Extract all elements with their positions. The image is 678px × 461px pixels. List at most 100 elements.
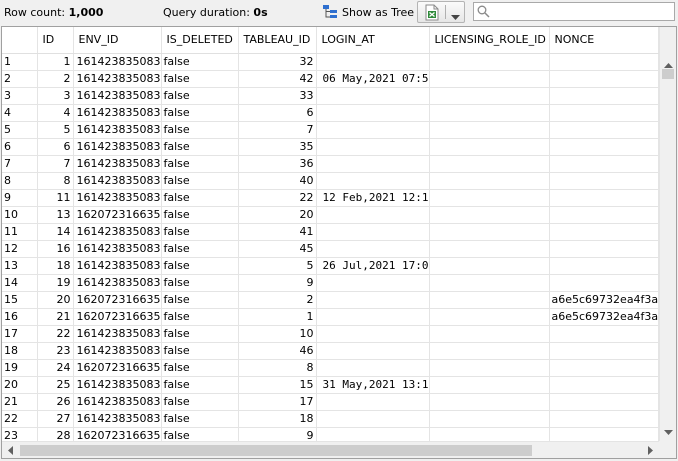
column-header-row-number[interactable] — [2, 27, 38, 54]
cell-nonce[interactable] — [549, 189, 659, 207]
cell-row-number[interactable]: 16 — [2, 308, 38, 326]
cell-is-deleted[interactable]: false — [161, 104, 239, 122]
cell-licensing-role-id[interactable] — [429, 376, 550, 394]
cell-row-number[interactable]: 17 — [2, 325, 38, 343]
cell-is-deleted[interactable]: false — [161, 291, 239, 309]
cell-id[interactable]: 19 — [37, 274, 74, 292]
scroll-left-arrow-icon[interactable] — [2, 442, 19, 458]
cell-env-id[interactable]: 1614238350832 — [73, 138, 162, 156]
cell-env-id[interactable]: 1614238350832 — [73, 223, 162, 241]
table-row[interactable]: 6 6 1614238350832 false 35 — [2, 138, 659, 156]
cell-is-deleted[interactable]: false — [161, 240, 239, 258]
cell-is-deleted[interactable]: false — [161, 223, 239, 241]
cell-env-id[interactable]: 1620723166358 — [73, 206, 162, 224]
cell-login-at[interactable] — [316, 155, 430, 173]
cell-nonce[interactable]: a6e5c69732ea4f3a9d — [549, 308, 659, 326]
cell-row-number[interactable]: 15 — [2, 291, 38, 309]
cell-login-at[interactable] — [316, 393, 430, 411]
column-header-licensing-role-id[interactable]: LICENSING_ROLE_ID — [429, 27, 550, 54]
cell-id[interactable]: 16 — [37, 240, 74, 258]
cell-licensing-role-id[interactable] — [429, 155, 550, 173]
cell-tableau-id[interactable]: 17 — [238, 393, 317, 411]
cell-nonce[interactable] — [549, 393, 659, 411]
cell-tableau-id[interactable]: 22 — [238, 189, 317, 207]
cell-is-deleted[interactable]: false — [161, 206, 239, 224]
cell-tableau-id[interactable]: 32 — [238, 53, 317, 71]
cell-licensing-role-id[interactable] — [429, 87, 550, 105]
cell-tableau-id[interactable]: 18 — [238, 410, 317, 428]
cell-tableau-id[interactable]: 41 — [238, 223, 317, 241]
cell-login-at[interactable] — [316, 308, 430, 326]
cell-login-at[interactable]: 12 Feb,2021 12:15 — [316, 189, 430, 207]
cell-login-at[interactable] — [316, 206, 430, 224]
horizontal-scroll-thumb[interactable] — [20, 445, 532, 456]
cell-row-number[interactable]: 6 — [2, 138, 38, 156]
cell-licensing-role-id[interactable] — [429, 274, 550, 292]
cell-env-id[interactable]: 1614238350832 — [73, 376, 162, 394]
cell-tableau-id[interactable]: 7 — [238, 121, 317, 139]
cell-id[interactable]: 2 — [37, 70, 74, 88]
cell-login-at[interactable] — [316, 121, 430, 139]
cell-licensing-role-id[interactable] — [429, 53, 550, 71]
cell-id[interactable]: 26 — [37, 393, 74, 411]
vertical-scroll-thumb[interactable] — [662, 69, 674, 79]
cell-tableau-id[interactable]: 45 — [238, 240, 317, 258]
cell-login-at[interactable] — [316, 291, 430, 309]
cell-licensing-role-id[interactable] — [429, 189, 550, 207]
cell-id[interactable]: 14 — [37, 223, 74, 241]
cell-env-id[interactable]: 1620723166358 — [73, 308, 162, 326]
cell-env-id[interactable]: 1614238350832 — [73, 104, 162, 122]
cell-row-number[interactable]: 18 — [2, 342, 38, 360]
cell-licensing-role-id[interactable] — [429, 104, 550, 122]
cell-nonce[interactable] — [549, 206, 659, 224]
cell-is-deleted[interactable]: false — [161, 359, 239, 377]
vertical-scrollbar[interactable] — [659, 27, 676, 441]
cell-row-number[interactable]: 21 — [2, 393, 38, 411]
cell-env-id[interactable]: 1614238350832 — [73, 240, 162, 258]
table-row[interactable]: 4 4 1614238350832 false 6 — [2, 104, 659, 122]
table-row[interactable]: 17 22 1614238350832 false 10 — [2, 325, 659, 343]
cell-row-number[interactable]: 20 — [2, 376, 38, 394]
cell-tableau-id[interactable]: 6 — [238, 104, 317, 122]
cell-row-number[interactable]: 1 — [2, 53, 38, 71]
table-row[interactable]: 7 7 1614238350832 false 36 — [2, 155, 659, 173]
cell-licensing-role-id[interactable] — [429, 342, 550, 360]
cell-id[interactable]: 1 — [37, 53, 74, 71]
cell-row-number[interactable]: 2 — [2, 70, 38, 88]
cell-nonce[interactable] — [549, 223, 659, 241]
cell-login-at[interactable] — [316, 87, 430, 105]
column-header-tableau-id[interactable]: TABLEAU_ID — [238, 27, 317, 54]
cell-licensing-role-id[interactable] — [429, 138, 550, 156]
cell-login-at[interactable] — [316, 138, 430, 156]
cell-tableau-id[interactable]: 35 — [238, 138, 317, 156]
cell-row-number[interactable]: 8 — [2, 172, 38, 190]
cell-login-at[interactable]: 26 Jul,2021 17:07 — [316, 257, 430, 275]
cell-nonce[interactable] — [549, 155, 659, 173]
cell-tableau-id[interactable]: 1 — [238, 308, 317, 326]
cell-row-number[interactable]: 22 — [2, 410, 38, 428]
cell-is-deleted[interactable]: false — [161, 410, 239, 428]
cell-id[interactable]: 5 — [37, 121, 74, 139]
cell-id[interactable]: 11 — [37, 189, 74, 207]
cell-tableau-id[interactable]: 20 — [238, 206, 317, 224]
cell-is-deleted[interactable]: false — [161, 121, 239, 139]
cell-login-at[interactable] — [316, 342, 430, 360]
cell-id[interactable]: 6 — [37, 138, 74, 156]
column-header-env-id[interactable]: ENV_ID — [73, 27, 162, 54]
table-row[interactable]: 5 5 1614238350832 false 7 — [2, 121, 659, 139]
cell-licensing-role-id[interactable] — [429, 393, 550, 411]
cell-login-at[interactable] — [316, 410, 430, 428]
cell-tableau-id[interactable]: 33 — [238, 87, 317, 105]
cell-tableau-id[interactable]: 42 — [238, 70, 317, 88]
cell-licensing-role-id[interactable] — [429, 359, 550, 377]
cell-env-id[interactable]: 1614238350832 — [73, 257, 162, 275]
table-row[interactable]: 21 26 1614238350832 false 17 — [2, 393, 659, 411]
cell-licensing-role-id[interactable] — [429, 121, 550, 139]
cell-id[interactable]: 18 — [37, 257, 74, 275]
chevron-down-icon[interactable] — [451, 10, 460, 23]
cell-env-id[interactable]: 1614238350832 — [73, 410, 162, 428]
table-row[interactable]: 16211620723166358false1 a6e5c69732ea4f3a9… — [2, 308, 659, 326]
cell-row-number[interactable]: 5 — [2, 121, 38, 139]
cell-nonce[interactable] — [549, 410, 659, 428]
table-row[interactable]: 2 2 1614238350832 false 42 06 May,2021 07:57 — [2, 70, 659, 88]
